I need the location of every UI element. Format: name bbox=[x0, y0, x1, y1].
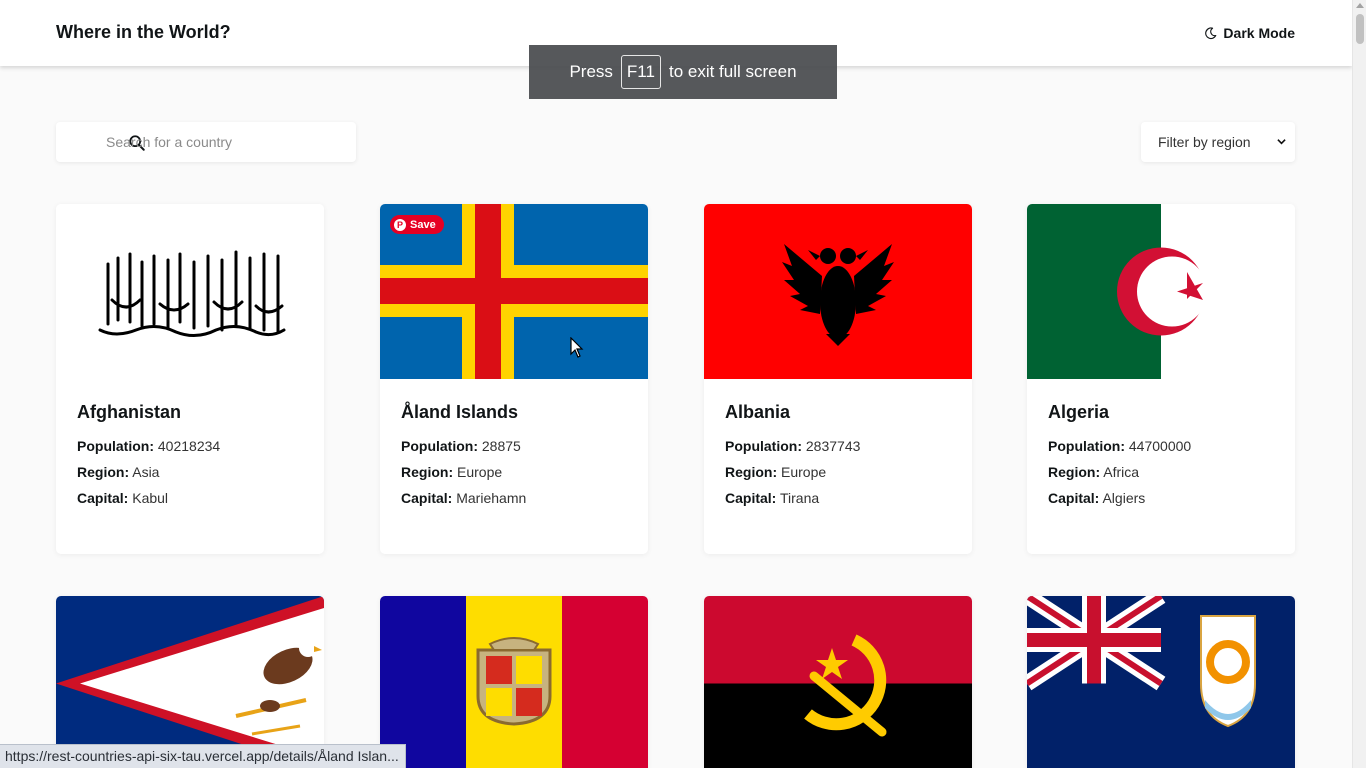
fullscreen-toast: Press F11 to exit full screen bbox=[529, 45, 837, 99]
pinterest-icon: P bbox=[394, 218, 406, 231]
region-row: Region: Europe bbox=[725, 464, 826, 480]
population-row: Population: 40218234 bbox=[77, 438, 220, 454]
scroll-up-arrow-icon[interactable] bbox=[1356, 3, 1364, 8]
capital-label: Capital: bbox=[77, 490, 129, 506]
flag-angola bbox=[704, 596, 972, 768]
region-label: Region: bbox=[725, 464, 778, 480]
region-filter-value: Filter by region bbox=[1158, 134, 1251, 150]
region-label: Region: bbox=[401, 464, 454, 480]
chevron-down-icon bbox=[1277, 139, 1286, 145]
population-row: Population: 44700000 bbox=[1048, 438, 1191, 454]
country-card[interactable]: P Save Åland Islands Population: 28875 R… bbox=[380, 204, 648, 554]
mouse-cursor-icon bbox=[570, 337, 584, 358]
region-label: Region: bbox=[77, 464, 130, 480]
capital-value: Mariehamn bbox=[456, 490, 527, 506]
flag-algeria bbox=[1027, 204, 1295, 379]
region-value: Asia bbox=[132, 464, 160, 480]
capital-value: Kabul bbox=[132, 490, 169, 506]
country-card[interactable] bbox=[56, 596, 324, 768]
capital-row: Capital: Kabul bbox=[77, 490, 168, 506]
population-value: 44700000 bbox=[1128, 438, 1192, 454]
capital-label: Capital: bbox=[725, 490, 777, 506]
country-name: Albania bbox=[725, 402, 791, 422]
flag-andorra bbox=[380, 596, 648, 768]
region-value: Europe bbox=[457, 464, 503, 480]
region-row: Region: Asia bbox=[77, 464, 159, 480]
capital-row: Capital: Tirana bbox=[725, 490, 819, 506]
search-input[interactable] bbox=[106, 122, 346, 162]
population-row: Population: 28875 bbox=[401, 438, 521, 454]
population-label: Population: bbox=[725, 438, 802, 454]
population-label: Population: bbox=[77, 438, 154, 454]
toast-key: F11 bbox=[620, 55, 661, 89]
region-value: Africa bbox=[1103, 464, 1140, 480]
dark-mode-label: Dark Mode bbox=[1223, 25, 1295, 41]
flag-anguilla bbox=[1027, 596, 1295, 768]
country-card[interactable] bbox=[704, 596, 972, 768]
country-card[interactable]: Afghanistan Population: 40218234 Region:… bbox=[56, 204, 324, 554]
flag-american-samoa bbox=[56, 596, 324, 768]
capital-value: Tirana bbox=[779, 490, 820, 506]
flag-afghanistan bbox=[56, 204, 324, 379]
capital-value: Algiers bbox=[1102, 490, 1146, 506]
population-value: 28875 bbox=[481, 438, 521, 454]
country-card[interactable] bbox=[380, 596, 648, 768]
dark-mode-toggle[interactable]: Dark Mode bbox=[1204, 25, 1295, 41]
status-bar-url: https://rest-countries-api-six-tau.verce… bbox=[0, 744, 406, 768]
capital-row: Capital: Algiers bbox=[1048, 490, 1145, 506]
pin-save-label: Save bbox=[410, 218, 436, 231]
country-card[interactable]: Algeria Population: 44700000 Region: Afr… bbox=[1027, 204, 1295, 554]
capital-label: Capital: bbox=[1048, 490, 1100, 506]
population-label: Population: bbox=[401, 438, 478, 454]
moon-icon bbox=[1205, 26, 1217, 39]
population-value: 40218234 bbox=[157, 438, 221, 454]
country-name: Algeria bbox=[1048, 402, 1110, 422]
capital-row: Capital: Mariehamn bbox=[401, 490, 526, 506]
toast-suffix: to exit full screen bbox=[668, 62, 797, 81]
population-value: 2837743 bbox=[805, 438, 861, 454]
page-scrollbar[interactable] bbox=[1352, 0, 1366, 768]
capital-label: Capital: bbox=[401, 490, 453, 506]
region-label: Region: bbox=[1048, 464, 1101, 480]
search-box bbox=[56, 122, 356, 162]
scrollbar-thumb[interactable] bbox=[1356, 14, 1364, 44]
country-card[interactable]: Albania Population: 2837743 Region: Euro… bbox=[704, 204, 972, 554]
region-row: Region: Africa bbox=[1048, 464, 1139, 480]
population-label: Population: bbox=[1048, 438, 1125, 454]
region-filter-select[interactable]: Filter by region bbox=[1141, 122, 1295, 162]
country-name: Åland Islands bbox=[401, 402, 519, 422]
app-title: Where in the World? bbox=[56, 22, 231, 42]
region-row: Region: Europe bbox=[401, 464, 502, 480]
flag-albania bbox=[704, 204, 972, 379]
pinterest-save-button[interactable]: P Save bbox=[390, 215, 444, 234]
country-card[interactable] bbox=[1027, 596, 1295, 768]
population-row: Population: 2837743 bbox=[725, 438, 860, 454]
toast-prefix: Press bbox=[569, 62, 613, 81]
region-value: Europe bbox=[781, 464, 827, 480]
country-name: Afghanistan bbox=[77, 402, 182, 422]
